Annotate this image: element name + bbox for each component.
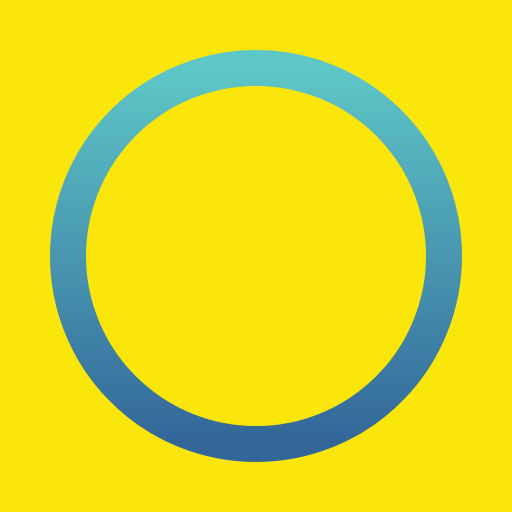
ring-icon [50,50,462,462]
canvas [0,0,512,512]
ring-shape [50,50,462,462]
